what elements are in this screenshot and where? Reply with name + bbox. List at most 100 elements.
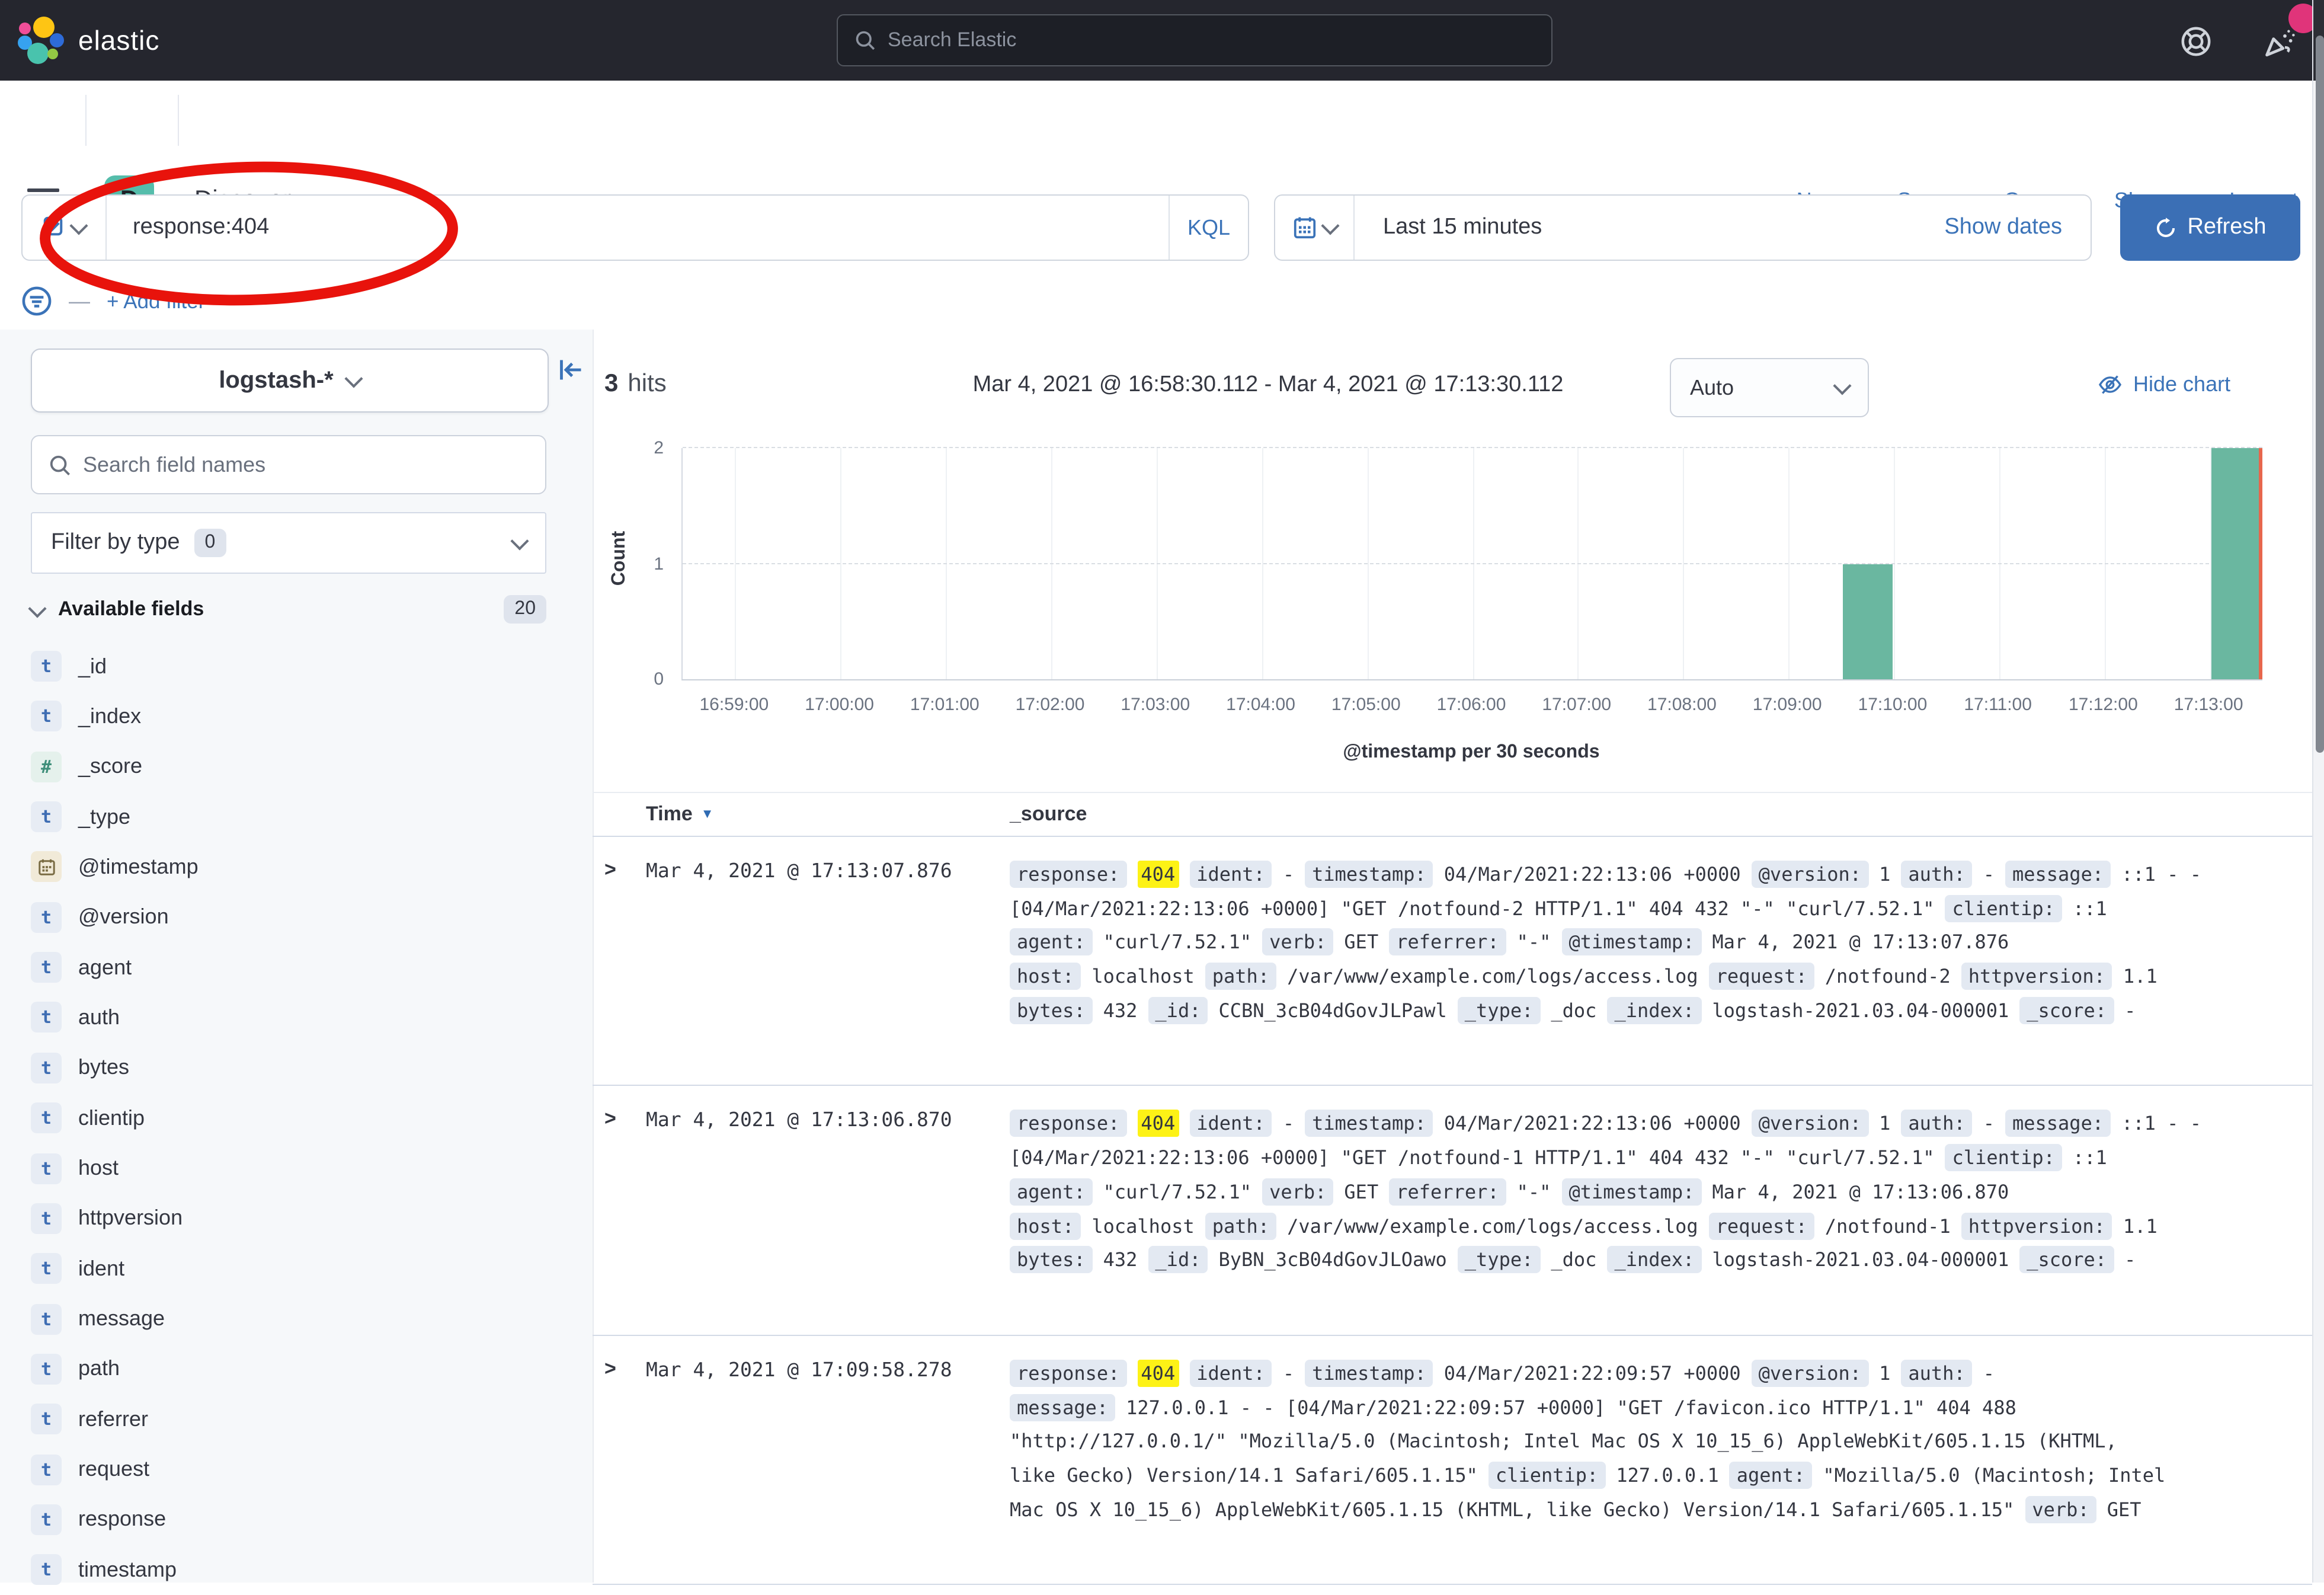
field-item-timestamp[interactable]: ttimestamp — [31, 1545, 177, 1595]
chevron-down-icon — [69, 216, 88, 234]
field-value: "curl/7.52.1" — [1103, 931, 1251, 954]
field-item-clientip[interactable]: tclientip — [31, 1093, 145, 1143]
calendar-icon — [1292, 216, 1316, 239]
expand-row-icon[interactable]: > — [604, 858, 616, 882]
global-search-input[interactable]: Search Elastic — [837, 14, 1552, 66]
field-item-_index[interactable]: t_index — [31, 692, 141, 741]
field-name-badge: _score: — [2019, 997, 2114, 1024]
field-item-agent[interactable]: tagent — [31, 942, 132, 992]
source-cell: response:404ident:-timestamp:04/Mar/2021… — [1010, 858, 2292, 1028]
number-field-icon: # — [31, 751, 62, 782]
field-value: /var/www/example.com/logs/access.log — [1287, 1214, 1698, 1237]
histogram-plot[interactable] — [681, 448, 2262, 680]
field-search-placeholder: Search field names — [83, 452, 265, 477]
string-field-icon: t — [31, 1404, 62, 1435]
expand-row-icon[interactable]: > — [604, 1108, 616, 1131]
add-filter-link[interactable]: + Add filter — [107, 289, 205, 314]
field-name-badge: agent: — [1010, 929, 1093, 956]
field-item-_score[interactable]: #_score — [31, 741, 142, 791]
vertical-gridline — [1788, 448, 1790, 679]
vertical-gridline — [735, 448, 737, 679]
divider — [85, 95, 87, 146]
filter-icon[interactable] — [21, 286, 52, 317]
query-bar: response:404 KQL — [21, 194, 1249, 261]
source-cell: response:404ident:-timestamp:04/Mar/2021… — [1010, 1357, 2292, 1527]
field-item-bytes[interactable]: tbytes — [31, 1043, 129, 1093]
field-value: 1 — [1879, 1113, 1890, 1135]
field-value: - — [1283, 1362, 1294, 1385]
x-axis-ticks: 16:59:0017:00:0017:01:0017:02:0017:03:00… — [681, 695, 2261, 721]
field-value: - — [2124, 999, 2136, 1022]
collapse-sidebar-icon[interactable] — [557, 356, 585, 384]
histogram-bar-17:09:30[interactable] — [1843, 564, 1893, 679]
field-item-response[interactable]: tresponse — [31, 1495, 166, 1545]
vertical-gridline — [1262, 448, 1263, 679]
field-item-referrer[interactable]: treferrer — [31, 1395, 148, 1444]
time-range-value[interactable]: Last 15 minutes — [1355, 215, 1944, 241]
kql-language-button[interactable]: KQL — [1169, 196, 1248, 260]
available-fields-header[interactable]: Available fields 20 — [31, 590, 546, 628]
field-name: ident — [78, 1256, 124, 1281]
saved-query-menu-button[interactable] — [23, 196, 107, 260]
string-field-icon: t — [31, 902, 62, 933]
field-name-badge: referrer: — [1389, 1178, 1506, 1206]
filter-by-type-dropdown[interactable]: Filter by type 0 — [31, 512, 546, 574]
y-tick-label: 2 — [604, 438, 664, 458]
field-name-badge: ident: — [1189, 1360, 1272, 1387]
field-item-path[interactable]: tpath — [31, 1344, 120, 1394]
field-value: /notfound-2 — [1825, 965, 1951, 987]
string-field-icon: t — [31, 1102, 62, 1133]
field-item-auth[interactable]: tauth — [31, 993, 120, 1043]
nav-row: D Discover NewSaveOpenShareInspect — [0, 81, 2324, 160]
string-field-icon: t — [31, 1504, 62, 1535]
date-picker-menu-button[interactable] — [1275, 196, 1355, 260]
field-search-input[interactable]: Search field names — [31, 435, 546, 494]
field-value: logstash-2021.03.04-000001 — [1712, 1248, 2009, 1271]
field-name-badge: _type: — [1458, 1246, 1541, 1273]
field-name-badge: agent: — [1010, 1178, 1093, 1206]
histogram-bar-17:13:00[interactable] — [2211, 448, 2261, 679]
field-name-badge: ident: — [1189, 861, 1272, 888]
show-dates-link[interactable]: Show dates — [1944, 215, 2091, 241]
filter-divider: — — [69, 289, 90, 314]
field-item-@timestamp[interactable]: @timestamp — [31, 842, 199, 892]
scrollbar-track[interactable] — [2312, 0, 2324, 1583]
scrollbar-thumb[interactable] — [2315, 36, 2323, 753]
search-icon — [854, 30, 876, 51]
field-name-badge: timestamp: — [1305, 1110, 1433, 1137]
field-item-httpversion[interactable]: thttpversion — [31, 1194, 183, 1244]
interval-select[interactable]: Auto — [1670, 358, 1869, 417]
column-header-time[interactable]: Time▼ — [646, 803, 714, 826]
hide-chart-link[interactable]: Hide chart — [2098, 372, 2230, 397]
index-pattern-selector[interactable]: logstash-* — [31, 349, 549, 413]
field-item-message[interactable]: tmessage — [31, 1294, 165, 1344]
field-item-_type[interactable]: t_type — [31, 792, 130, 842]
x-tick-label: 17:13:00 — [2174, 695, 2243, 715]
field-value: ::1 — [2073, 897, 2107, 919]
field-item-request[interactable]: trequest — [31, 1444, 149, 1494]
table-row: >Mar 4, 2021 @ 17:13:07.876response:404i… — [593, 837, 2312, 1086]
field-name-badge: response: — [1010, 861, 1126, 888]
field-item-@version[interactable]: t@version — [31, 893, 169, 942]
sort-desc-icon[interactable]: ▼ — [701, 807, 714, 822]
column-header-source[interactable]: _source — [1010, 803, 1087, 826]
field-item-_id[interactable]: t_id — [31, 641, 107, 691]
string-field-icon: t — [31, 1354, 62, 1385]
x-tick-label: 17:09:00 — [1753, 695, 1822, 715]
elastic-brand[interactable]: elastic — [19, 17, 159, 64]
field-item-ident[interactable]: tident — [31, 1244, 124, 1293]
expand-row-icon[interactable]: > — [604, 1357, 616, 1381]
field-name: host — [78, 1156, 119, 1181]
field-item-host[interactable]: thost — [31, 1143, 119, 1193]
field-value: Mar 4, 2021 @ 17:13:07.876 — [1712, 931, 2009, 954]
refresh-button[interactable]: Refresh — [2120, 194, 2300, 261]
field-value: 1.1 — [2123, 1214, 2157, 1237]
field-value: 04/Mar/2021:22:13:06 +0000 — [1444, 1113, 1741, 1135]
help-icon[interactable] — [2178, 24, 2214, 59]
query-input[interactable]: response:404 — [107, 215, 1169, 241]
x-tick-label: 16:59:00 — [699, 695, 769, 715]
x-tick-label: 17:03:00 — [1121, 695, 1190, 715]
vertical-gridline — [1999, 448, 2000, 679]
refresh-icon — [2154, 216, 2176, 239]
chevron-down-icon — [28, 599, 46, 617]
